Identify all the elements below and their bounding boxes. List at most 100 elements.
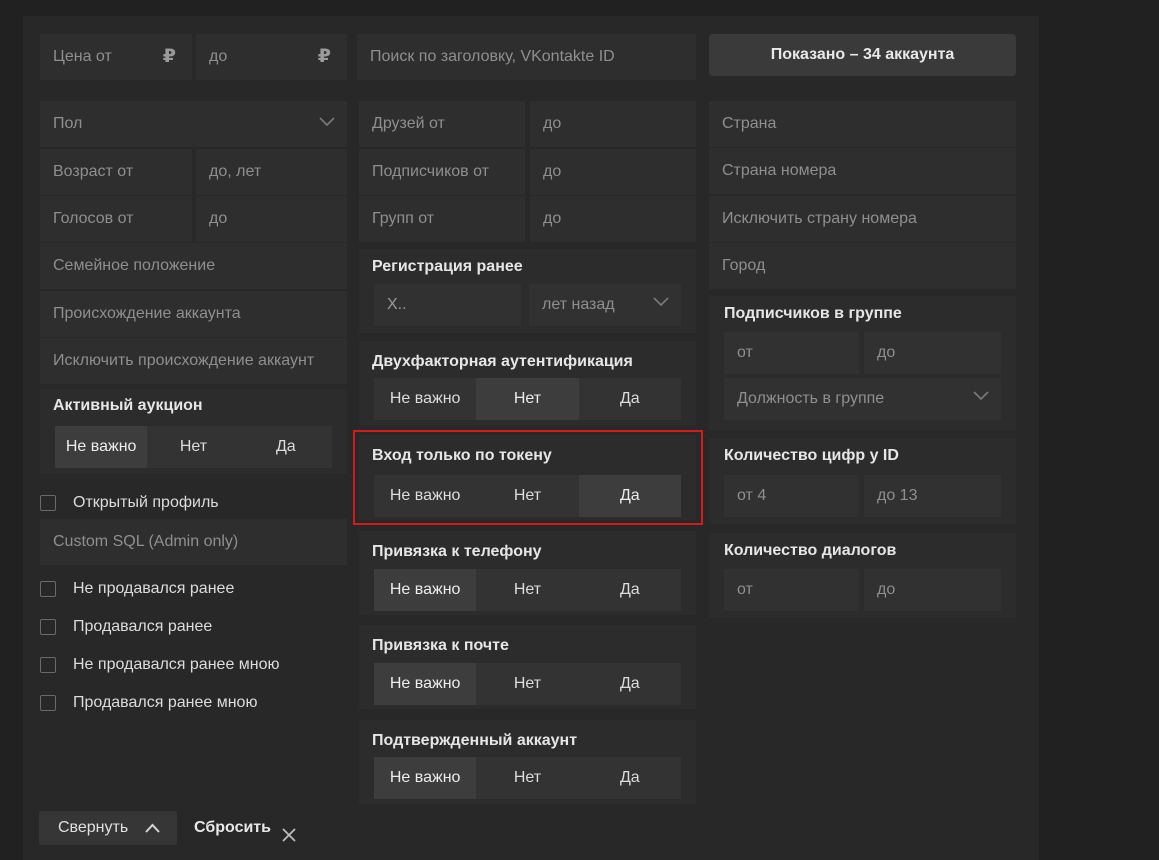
id-digits-group: Количество цифр у ID от 4 до 13: [709, 438, 1016, 524]
id-digits-to-placeholder: до 13: [877, 487, 918, 504]
groups-to-placeholder: до: [543, 210, 562, 227]
verified-account-title: Подтвержденный аккаунт: [372, 732, 578, 749]
twofa-group: Двухфакторная аутентификация Не важно Не…: [359, 341, 696, 425]
reset-label: Сбросить: [194, 819, 271, 836]
checkbox-label: Продавался ранее: [73, 618, 213, 635]
email-binding-segmented: Не важно Нет Да: [374, 663, 681, 705]
registration-unit-label: лет назад: [542, 296, 615, 313]
checkbox-label: Не продавался ранее мною: [73, 656, 280, 673]
country-input[interactable]: Страна: [709, 101, 1016, 147]
option-yes[interactable]: Да: [579, 378, 681, 420]
marital-status-placeholder: Семейное положение: [53, 257, 216, 274]
groups-from-placeholder: Групп от: [372, 210, 435, 227]
groups-to-input[interactable]: до: [530, 196, 696, 242]
subscribers-from-input[interactable]: Подписчиков от: [359, 149, 525, 195]
option-not-important[interactable]: Не важно: [55, 426, 148, 468]
email-binding-group: Привязка к почте Не важно Нет Да: [359, 625, 696, 709]
exclude-phone-country-placeholder: Исключить страну номера: [722, 210, 917, 227]
chevron-down-icon: [973, 391, 989, 405]
group-subscribers-group: Подписчиков в группе от до Должность в г…: [709, 296, 1016, 430]
group-subs-to-input[interactable]: до: [864, 332, 1001, 374]
custom-sql-input[interactable]: Custom SQL (Admin only): [40, 519, 347, 565]
exclude-phone-country-input[interactable]: Исключить страну номера: [709, 196, 1016, 242]
option-not-important[interactable]: Не важно: [374, 569, 477, 611]
ruble-icon: ₽: [162, 46, 176, 67]
account-origin-input[interactable]: Происхождение аккаунта: [40, 291, 347, 337]
option-yes[interactable]: Да: [579, 569, 681, 611]
age-to-placeholder: до, лет: [209, 163, 262, 180]
option-yes[interactable]: Да: [579, 757, 681, 799]
registration-unit-select[interactable]: лет назад: [529, 284, 681, 326]
checkbox-box[interactable]: [40, 657, 56, 673]
checkbox-box[interactable]: [40, 619, 56, 635]
phone-country-placeholder: Страна номера: [722, 162, 837, 179]
option-no[interactable]: Нет: [476, 569, 578, 611]
sold-before-checkbox[interactable]: Продавался ранее: [40, 618, 212, 636]
price-to-input[interactable]: до ₽: [196, 34, 347, 80]
active-auction-title: Активный аукцион: [53, 397, 203, 414]
friends-to-placeholder: до: [543, 115, 562, 132]
search-input[interactable]: Поиск по заголовку, VKontakte ID: [357, 34, 696, 80]
dialogs-from-input[interactable]: от: [724, 569, 859, 611]
exclude-origin-input[interactable]: Исключить происхождение аккаунт: [40, 338, 347, 384]
option-no[interactable]: Нет: [476, 378, 579, 420]
option-no[interactable]: Нет: [476, 757, 578, 799]
marital-status-input[interactable]: Семейное положение: [40, 243, 347, 289]
not-sold-before-checkbox[interactable]: Не продавался ранее: [40, 580, 234, 598]
subscribers-to-input[interactable]: до: [530, 149, 696, 195]
country-placeholder: Страна: [722, 115, 777, 132]
reset-button[interactable]: Сбросить: [194, 811, 296, 845]
open-profile-checkbox[interactable]: Открытый профиль: [40, 494, 219, 512]
friends-from-input[interactable]: Друзей от: [359, 101, 525, 147]
checkbox-label: Не продавался ранее: [73, 580, 235, 597]
checkbox-box[interactable]: [40, 581, 56, 597]
registration-title: Регистрация ранее: [372, 258, 523, 275]
option-not-important[interactable]: Не важно: [374, 378, 476, 420]
custom-sql-placeholder: Custom SQL (Admin only): [53, 533, 239, 550]
group-position-select[interactable]: Должность в группе: [724, 378, 1001, 420]
friends-from-placeholder: Друзей от: [372, 115, 445, 132]
votes-to-placeholder: до: [209, 210, 228, 227]
phone-country-input[interactable]: Страна номера: [709, 148, 1016, 194]
group-subs-from-input[interactable]: от: [724, 332, 859, 374]
verified-account-segmented: Не важно Нет Да: [374, 757, 681, 799]
option-yes[interactable]: Да: [579, 663, 681, 705]
exclude-origin-placeholder: Исключить происхождение аккаунт: [53, 352, 315, 369]
gender-select[interactable]: Пол: [40, 101, 347, 147]
checkbox-box[interactable]: [40, 695, 56, 711]
option-no[interactable]: Нет: [147, 426, 239, 468]
price-from-input[interactable]: Цена от ₽: [40, 34, 192, 80]
id-digits-from-input[interactable]: от 4: [724, 475, 859, 517]
email-binding-title: Привязка к почте: [372, 637, 509, 654]
checkbox-box[interactable]: [40, 495, 56, 511]
city-input[interactable]: Город: [709, 243, 1016, 289]
votes-to-input[interactable]: до: [196, 196, 347, 242]
friends-to-input[interactable]: до: [530, 101, 696, 147]
dialogs-to-input[interactable]: до: [864, 569, 1001, 611]
registration-group: Регистрация ранее X.. лет назад: [359, 249, 696, 333]
group-subs-from-placeholder: от: [737, 344, 753, 361]
account-origin-placeholder: Происхождение аккаунта: [53, 305, 241, 322]
age-to-input[interactable]: до, лет: [196, 149, 347, 195]
option-yes[interactable]: Да: [240, 426, 332, 468]
highlight-frame: [353, 430, 703, 525]
option-not-important[interactable]: Не важно: [374, 663, 477, 705]
votes-from-placeholder: Голосов от: [53, 210, 134, 227]
gender-label: Пол: [53, 115, 83, 132]
option-no[interactable]: Нет: [476, 663, 578, 705]
age-from-placeholder: Возраст от: [53, 163, 134, 180]
votes-from-input[interactable]: Голосов от: [40, 196, 192, 242]
shown-accounts-button[interactable]: Показано – 34 аккаунта: [709, 34, 1016, 76]
option-not-important[interactable]: Не важно: [374, 757, 477, 799]
age-from-input[interactable]: Возраст от: [40, 149, 192, 195]
collapse-button[interactable]: Свернуть: [39, 811, 177, 845]
active-auction-segmented: Не важно Нет Да: [55, 426, 332, 468]
close-icon: [282, 821, 296, 842]
twofa-title: Двухфакторная аутентификация: [372, 353, 633, 370]
registration-years-input[interactable]: X..: [374, 284, 521, 326]
groups-from-input[interactable]: Групп от: [359, 196, 525, 242]
not-sold-by-me-checkbox[interactable]: Не продавался ранее мною: [40, 656, 280, 674]
sold-by-me-checkbox[interactable]: Продавался ранее мною: [40, 694, 257, 712]
id-digits-to-input[interactable]: до 13: [864, 475, 1001, 517]
chevron-down-icon: [319, 117, 335, 131]
